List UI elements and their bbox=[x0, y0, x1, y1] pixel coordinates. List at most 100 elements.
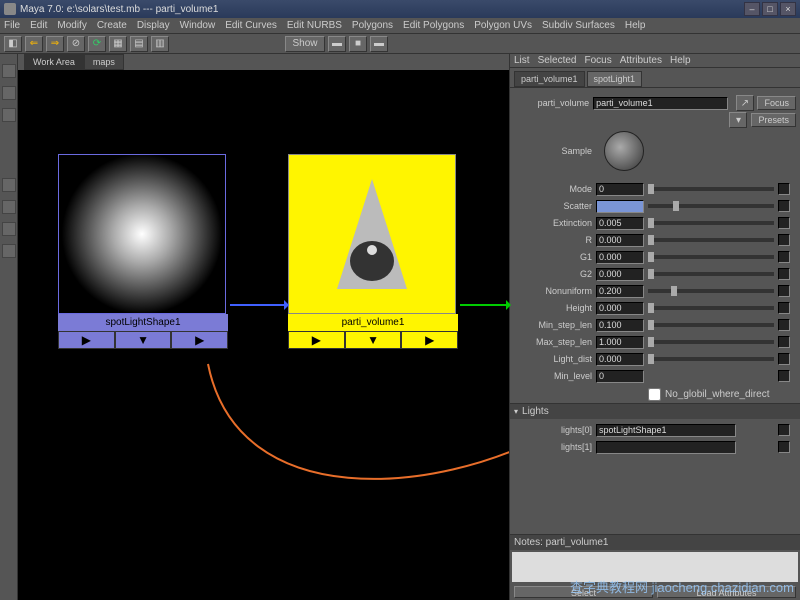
param-slider[interactable] bbox=[648, 306, 774, 310]
notes-field[interactable] bbox=[512, 552, 798, 582]
param-input[interactable] bbox=[596, 370, 644, 383]
hypershade-graph[interactable]: Work Area maps ↖ spotLightShape1 ▶ ▼ ▶ p… bbox=[18, 54, 510, 600]
menu-item[interactable]: Display bbox=[137, 20, 170, 31]
param-input[interactable] bbox=[596, 302, 644, 315]
layout-button[interactable]: ▤ bbox=[130, 36, 148, 52]
map-button[interactable] bbox=[778, 200, 790, 212]
map-button[interactable] bbox=[778, 302, 790, 314]
map-button[interactable] bbox=[778, 268, 790, 280]
menu-item[interactable]: Subdiv Surfaces bbox=[542, 20, 615, 31]
port-out-icon[interactable]: ▶ bbox=[171, 331, 228, 349]
menu-item[interactable]: Window bbox=[180, 20, 216, 31]
param-slider[interactable] bbox=[648, 221, 774, 225]
param-slider[interactable] bbox=[648, 289, 774, 293]
close-button[interactable]: × bbox=[780, 2, 796, 16]
goto-button[interactable]: ↗ bbox=[736, 95, 753, 111]
section-lights[interactable]: Lights bbox=[510, 403, 800, 419]
tab-maps[interactable]: maps bbox=[84, 54, 124, 70]
param-input[interactable] bbox=[596, 268, 644, 281]
node-name-input[interactable] bbox=[593, 97, 728, 110]
tool-icon[interactable] bbox=[2, 86, 16, 100]
port-in-icon[interactable]: ▶ bbox=[288, 331, 345, 349]
param-input[interactable] bbox=[596, 285, 644, 298]
param-slider[interactable] bbox=[648, 340, 774, 344]
tool-icon[interactable] bbox=[2, 108, 16, 122]
no-globil-checkbox[interactable] bbox=[648, 388, 661, 401]
param-slider[interactable] bbox=[648, 204, 774, 208]
port-mid-icon[interactable]: ▼ bbox=[115, 331, 172, 349]
map-button[interactable] bbox=[778, 285, 790, 297]
param-slider[interactable] bbox=[648, 255, 774, 259]
select-button[interactable]: Select bbox=[514, 586, 653, 598]
focus-button[interactable]: Focus bbox=[757, 96, 796, 110]
port-in-icon[interactable]: ▶ bbox=[58, 331, 115, 349]
menu-item[interactable]: Modify bbox=[57, 20, 86, 31]
back-button[interactable]: ⇐ bbox=[25, 36, 43, 52]
node-parti-volume[interactable]: parti_volume1 ▶ ▼ ▶ bbox=[288, 154, 458, 349]
param-slider[interactable] bbox=[648, 272, 774, 276]
param-input[interactable] bbox=[596, 183, 644, 196]
menu-item[interactable]: Help bbox=[625, 20, 646, 31]
layout-button[interactable]: ▥ bbox=[151, 36, 169, 52]
map-button[interactable] bbox=[778, 319, 790, 331]
link-button[interactable]: ⊘ bbox=[67, 36, 85, 52]
tool-icon[interactable] bbox=[2, 222, 16, 236]
map-button[interactable] bbox=[778, 234, 790, 246]
param-input[interactable] bbox=[596, 251, 644, 264]
refresh-button[interactable]: ⟳ bbox=[88, 36, 106, 52]
port-out-icon[interactable]: ▶ bbox=[401, 331, 458, 349]
param-input[interactable] bbox=[596, 217, 644, 230]
map-button[interactable] bbox=[778, 217, 790, 229]
load-attr-button[interactable]: Load Attributes bbox=[657, 586, 796, 598]
menu-item[interactable]: Edit Curves bbox=[225, 20, 277, 31]
ae-menu-item[interactable]: Focus bbox=[584, 55, 611, 66]
tab-work-area[interactable]: Work Area bbox=[24, 54, 84, 70]
param-input[interactable] bbox=[596, 319, 644, 332]
param-input[interactable] bbox=[596, 200, 644, 213]
menu-item[interactable]: Edit NURBS bbox=[287, 20, 342, 31]
param-input[interactable] bbox=[596, 336, 644, 349]
port-mid-icon[interactable]: ▼ bbox=[345, 331, 402, 349]
map-button[interactable] bbox=[778, 183, 790, 195]
presets-button[interactable]: Presets bbox=[751, 113, 796, 127]
map-button[interactable] bbox=[778, 336, 790, 348]
layout-button[interactable]: ▦ bbox=[109, 36, 127, 52]
map-button[interactable] bbox=[778, 424, 790, 436]
tool-button[interactable]: ◧ bbox=[4, 36, 22, 52]
view-button[interactable]: ▬ bbox=[370, 36, 388, 52]
ae-tab[interactable]: parti_volume1 bbox=[514, 71, 585, 87]
menu-item[interactable]: Edit bbox=[30, 20, 47, 31]
menu-item[interactable]: Polygons bbox=[352, 20, 393, 31]
ae-menu-item[interactable]: Selected bbox=[538, 55, 577, 66]
map-button[interactable] bbox=[778, 441, 790, 453]
param-slider[interactable] bbox=[648, 323, 774, 327]
light-slot-input[interactable] bbox=[596, 424, 736, 437]
menu-item[interactable]: Create bbox=[97, 20, 127, 31]
tool-icon[interactable] bbox=[2, 200, 16, 214]
ae-tab[interactable]: spotLight1 bbox=[587, 71, 643, 87]
tool-icon[interactable] bbox=[2, 178, 16, 192]
map-button[interactable] bbox=[778, 370, 790, 382]
param-slider[interactable] bbox=[648, 357, 774, 361]
param-input[interactable] bbox=[596, 234, 644, 247]
forward-button[interactable]: ⇒ bbox=[46, 36, 64, 52]
map-button[interactable] bbox=[778, 251, 790, 263]
view-button[interactable]: ■ bbox=[349, 36, 367, 52]
param-slider[interactable] bbox=[648, 187, 774, 191]
presets-icon[interactable]: ▾ bbox=[729, 112, 747, 128]
menu-item[interactable]: File bbox=[4, 20, 20, 31]
light-slot-input[interactable] bbox=[596, 441, 736, 454]
minimize-button[interactable]: – bbox=[744, 2, 760, 16]
show-button[interactable]: Show bbox=[285, 36, 325, 52]
node-spotlight[interactable]: spotLightShape1 ▶ ▼ ▶ bbox=[58, 154, 228, 349]
ae-menu-item[interactable]: List bbox=[514, 55, 530, 66]
ae-menu-item[interactable]: Attributes bbox=[620, 55, 662, 66]
map-button[interactable] bbox=[778, 353, 790, 365]
maximize-button[interactable]: □ bbox=[762, 2, 778, 16]
param-slider[interactable] bbox=[648, 238, 774, 242]
param-input[interactable] bbox=[596, 353, 644, 366]
menu-item[interactable]: Edit Polygons bbox=[403, 20, 464, 31]
menu-item[interactable]: Polygon UVs bbox=[474, 20, 532, 31]
tool-icon[interactable] bbox=[2, 64, 16, 78]
tool-icon[interactable] bbox=[2, 244, 16, 258]
